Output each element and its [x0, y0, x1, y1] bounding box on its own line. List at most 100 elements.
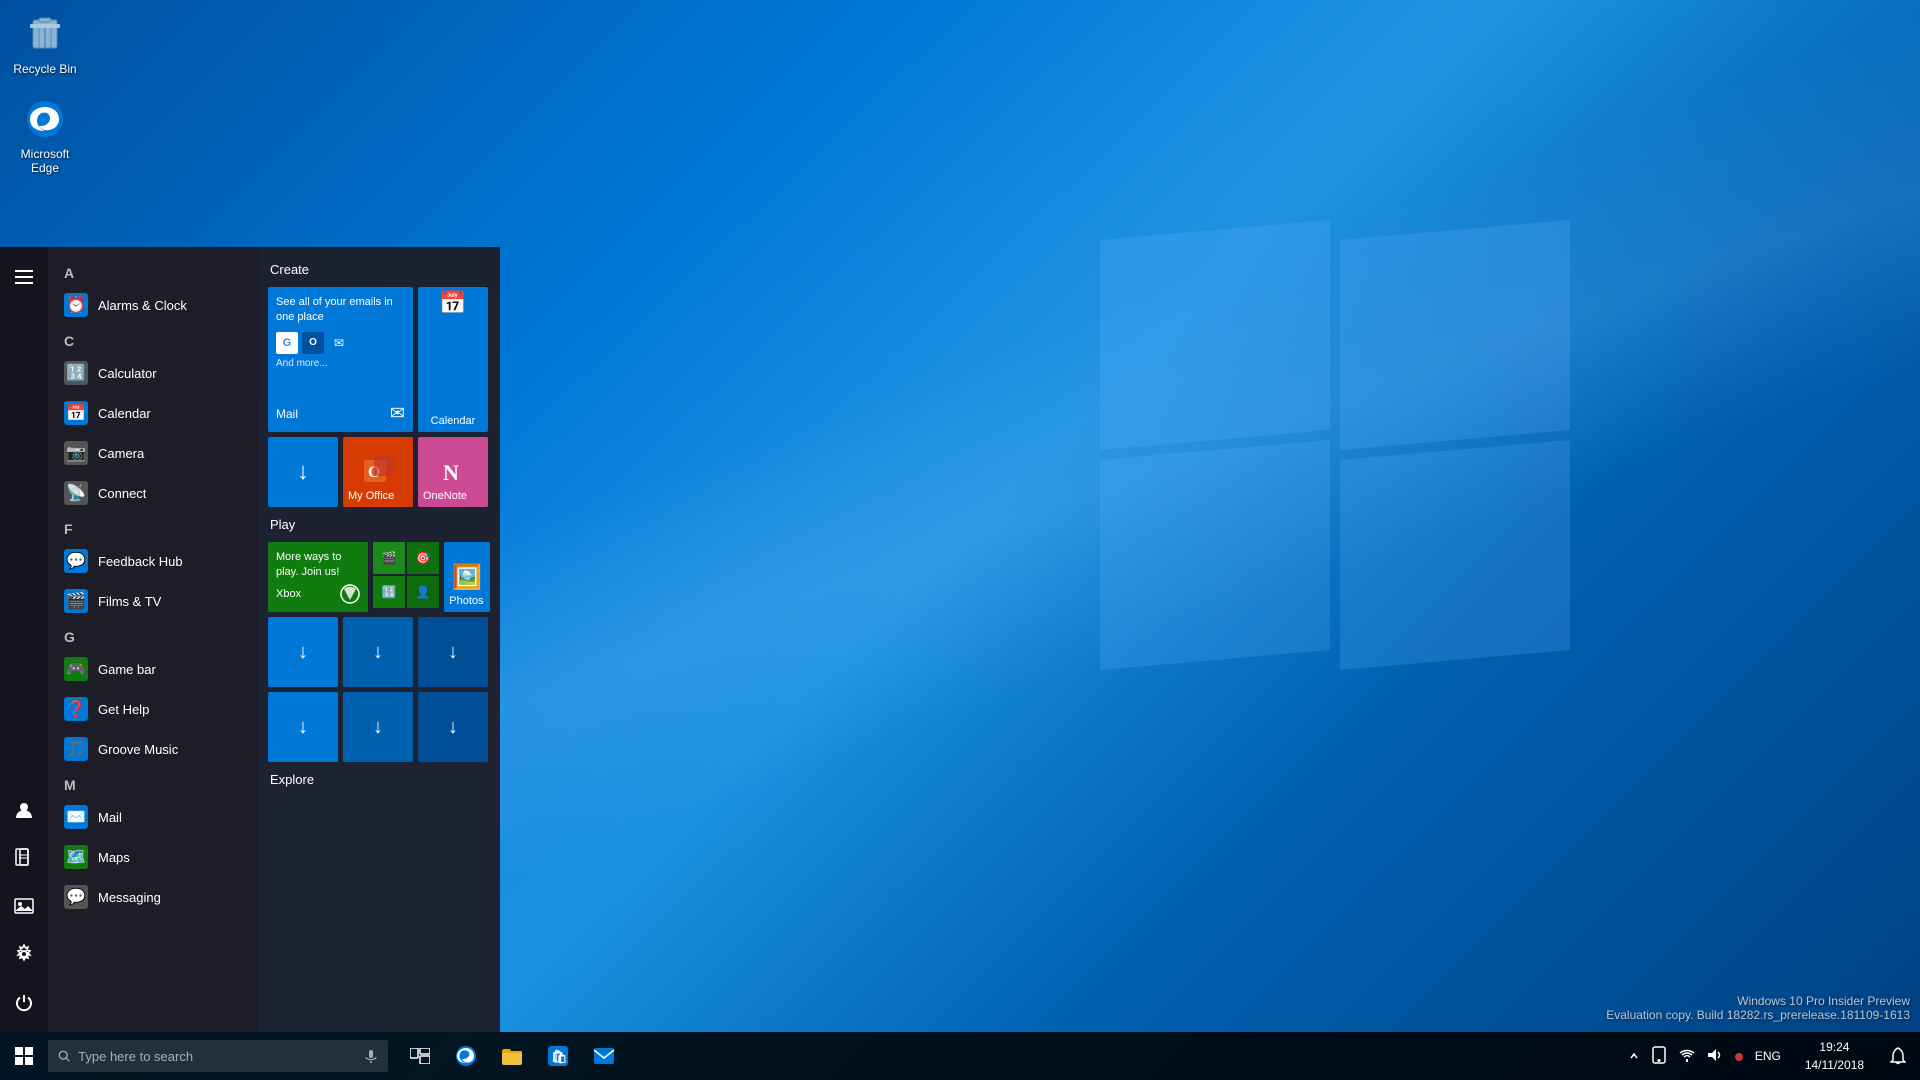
app-item-calculator[interactable]: 🔢 Calculator: [48, 353, 258, 393]
dl-icon-1: ↓: [298, 641, 308, 664]
group-letter-f[interactable]: F: [48, 513, 258, 541]
dl-icon-3: ↓: [448, 641, 458, 664]
group-letter-a[interactable]: A: [48, 257, 258, 285]
feedback-label: Feedback Hub: [98, 554, 183, 569]
onenote-tile[interactable]: N OneNote: [418, 437, 488, 507]
calendar-tile[interactable]: 📅 Calendar: [418, 287, 488, 432]
network-icon[interactable]: [1675, 1046, 1699, 1067]
xbox-tile[interactable]: More ways toplay. Join us! Xbox: [268, 542, 368, 612]
search-box[interactable]: [48, 1040, 388, 1072]
onenote-tile-label: OneNote: [423, 490, 467, 502]
photos-tile[interactable]: 🖼️ Photos: [444, 542, 490, 612]
clock-display[interactable]: 19:24 14/11/2018: [1793, 1032, 1876, 1080]
dl-icon-6: ↓: [448, 716, 458, 739]
films-icon: 🎬: [64, 589, 88, 613]
tray-expand-button[interactable]: [1625, 1046, 1643, 1066]
mail-taskbar-button[interactable]: [582, 1034, 626, 1078]
app-item-maps[interactable]: 🗺️ Maps: [48, 837, 258, 877]
pictures-button[interactable]: [4, 886, 44, 926]
start-button[interactable]: [0, 1032, 48, 1080]
alarms-label: Alarms & Clock: [98, 298, 187, 313]
user-profile-button[interactable]: [4, 790, 44, 830]
gethelp-icon: ❓: [64, 697, 88, 721]
dl-tile-2[interactable]: ↓: [343, 617, 413, 687]
store-button[interactable]: 🛍: [536, 1034, 580, 1078]
app-item-calendar[interactable]: 📅 Calendar: [48, 393, 258, 433]
group-letter-c[interactable]: C: [48, 325, 258, 353]
play-section-label: Play: [268, 517, 490, 532]
app-item-mail[interactable]: ✉️ Mail: [48, 797, 258, 837]
tiles-area: Create See all of your emails in one pla…: [258, 247, 500, 1032]
microphone-icon[interactable]: [364, 1049, 378, 1063]
dl-tile-4[interactable]: ↓: [268, 692, 338, 762]
eval-text: Windows 10 Pro Insider Preview Evaluatio…: [1606, 994, 1910, 1022]
edge-taskbar-icon: [455, 1045, 477, 1067]
edge-label: Microsoft Edge: [10, 147, 80, 175]
app-item-groove[interactable]: 🎵 Groove Music: [48, 729, 258, 769]
dl-icon-2: ↓: [373, 641, 383, 664]
groove-label: Groove Music: [98, 742, 178, 757]
app-item-alarms[interactable]: ⏰ Alarms & Clock: [48, 285, 258, 325]
volume-icon[interactable]: [1703, 1045, 1727, 1068]
mail-envelope-icon: ✉: [328, 332, 350, 354]
gamebar-label: Game bar: [98, 662, 156, 677]
mail-icon: ✉️: [64, 805, 88, 829]
power-button[interactable]: [4, 982, 44, 1022]
calendar-label: Calendar: [98, 406, 151, 421]
calendar-icon: 📅: [64, 401, 88, 425]
dl-tile-1[interactable]: ↓: [268, 617, 338, 687]
create-section-label: Create: [268, 262, 490, 277]
app-item-feedback[interactable]: 💬 Feedback Hub: [48, 541, 258, 581]
mail-tile-header: See all of your emails in one place: [276, 295, 405, 326]
group-letter-m[interactable]: M: [48, 769, 258, 797]
file-explorer-button[interactable]: [490, 1034, 534, 1078]
task-view-button[interactable]: [398, 1034, 442, 1078]
dl-tile-5[interactable]: ↓: [343, 692, 413, 762]
download-tile-1[interactable]: ↓: [268, 437, 338, 507]
group-letter-g[interactable]: G: [48, 621, 258, 649]
start-menu-bottom-icons: [4, 790, 44, 1032]
mail-tile-bottom: Mail ✉: [276, 403, 405, 424]
hamburger-menu-button[interactable]: [4, 257, 44, 297]
dl-icon-4: ↓: [298, 716, 308, 739]
start-menu-left-strip: [0, 247, 48, 1032]
app-item-messaging[interactable]: 💬 Messaging: [48, 877, 258, 917]
office-logo: O: [360, 454, 396, 490]
tablet-mode-icon[interactable]: [1647, 1044, 1671, 1069]
edge-icon[interactable]: Microsoft Edge: [5, 90, 85, 180]
app-item-films[interactable]: 🎬 Films & TV: [48, 581, 258, 621]
notification-center-button[interactable]: [1876, 1034, 1920, 1078]
connect-icon: 📡: [64, 481, 88, 505]
recycle-bin-icon[interactable]: Recycle Bin: [5, 5, 85, 81]
battery-icon: [1731, 1046, 1747, 1066]
create-row-2: ↓ O My Office N: [268, 437, 490, 507]
taskbar-app-icons: 🛍: [398, 1034, 626, 1078]
xbox-tile-text: More ways toplay. Join us!: [276, 550, 341, 581]
app-item-gethelp[interactable]: ❓ Get Help: [48, 689, 258, 729]
settings-button[interactable]: [4, 934, 44, 974]
app-list[interactable]: A ⏰ Alarms & Clock C 🔢 Calculator 📅 Cale…: [48, 247, 258, 1032]
app-item-camera[interactable]: 📷 Camera: [48, 433, 258, 473]
search-input[interactable]: [78, 1049, 356, 1064]
dl-tile-6[interactable]: ↓: [418, 692, 488, 762]
edge-taskbar-button[interactable]: [444, 1034, 488, 1078]
language-indicator[interactable]: ENG: [1751, 1047, 1785, 1065]
xbox-sub-tiles: 🎬 🎯 🔢 👤: [373, 542, 439, 612]
messaging-label: Messaging: [98, 890, 161, 905]
taskbar: 🛍: [0, 1032, 1920, 1080]
sub-tile-4: 👤: [407, 576, 439, 608]
app-item-connect[interactable]: 📡 Connect: [48, 473, 258, 513]
gethelp-label: Get Help: [98, 702, 149, 717]
mail-tile[interactable]: See all of your emails in one place G O …: [268, 287, 413, 432]
maps-label: Maps: [98, 850, 130, 865]
download-icon-1: ↓: [297, 458, 309, 486]
search-icon: [58, 1049, 70, 1063]
connect-label: Connect: [98, 486, 146, 501]
office-tile-label: My Office: [348, 490, 394, 502]
documents-button[interactable]: [4, 838, 44, 878]
mail-tile-label: Mail: [276, 407, 298, 421]
mail-taskbar-icon: [593, 1047, 615, 1065]
app-item-gamebar[interactable]: 🎮 Game bar: [48, 649, 258, 689]
office-tile[interactable]: O My Office: [343, 437, 413, 507]
dl-tile-3[interactable]: ↓: [418, 617, 488, 687]
